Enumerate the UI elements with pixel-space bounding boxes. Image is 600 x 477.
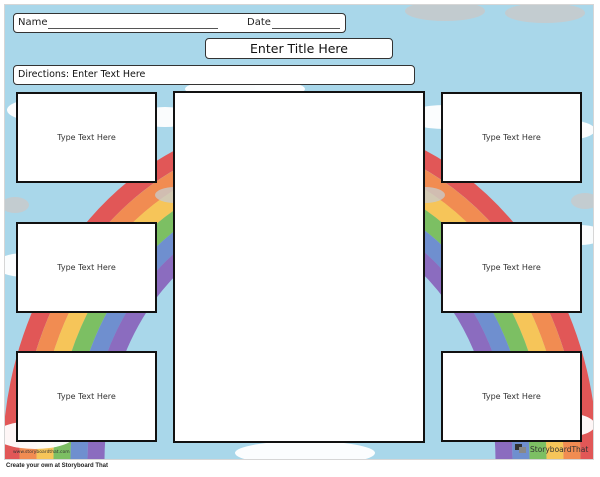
text-cell-left-2[interactable]: Type Text Here — [16, 222, 157, 313]
cell-placeholder-text: Type Text Here — [482, 392, 541, 401]
storyboardthat-logo: StoryboardThat — [515, 443, 588, 455]
watermark-url: www.storyboardthat.com — [13, 450, 70, 455]
storyboard-logo-icon — [515, 444, 526, 453]
text-cell-right-2[interactable]: Type Text Here — [441, 222, 582, 313]
date-label: Date — [247, 17, 271, 28]
cell-placeholder-text: Type Text Here — [482, 133, 541, 142]
cell-placeholder-text: Type Text Here — [57, 263, 116, 272]
center-image-cell[interactable] — [173, 91, 425, 443]
text-cell-left-3[interactable]: Type Text Here — [16, 351, 157, 442]
cell-placeholder-text: Type Text Here — [482, 263, 541, 272]
worksheet-canvas: Name Date Enter Title Here Directions: E… — [4, 4, 594, 460]
text-cell-right-1[interactable]: Type Text Here — [441, 92, 582, 183]
brand-name: StoryboardThat — [530, 444, 589, 454]
name-date-field[interactable]: Name Date — [13, 13, 346, 33]
text-cell-right-3[interactable]: Type Text Here — [441, 351, 582, 442]
cell-placeholder-text: Type Text Here — [57, 392, 116, 401]
page: Name Date Enter Title Here Directions: E… — [0, 0, 600, 477]
name-label: Name — [18, 17, 48, 28]
title-field[interactable]: Enter Title Here — [205, 38, 393, 59]
name-line — [48, 28, 218, 29]
cell-placeholder-text: Type Text Here — [57, 133, 116, 142]
directions-field[interactable]: Directions: Enter Text Here — [13, 65, 415, 85]
footer-caption: Create your own at Storyboard That — [6, 463, 109, 469]
text-cell-left-1[interactable]: Type Text Here — [16, 92, 157, 183]
date-line — [272, 28, 340, 29]
